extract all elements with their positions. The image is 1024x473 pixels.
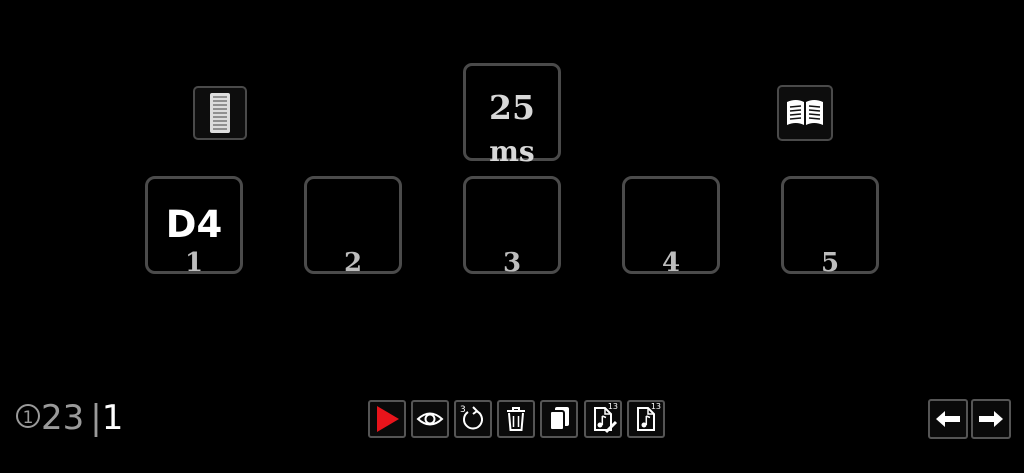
note-slot-3[interactable]: 3: [463, 176, 561, 278]
previous-button[interactable]: [928, 399, 968, 439]
note-slot-4[interactable]: 4: [622, 176, 720, 278]
slot-note: D4: [165, 203, 223, 246]
copy-button[interactable]: [540, 400, 578, 438]
arrow-left-icon: [936, 411, 960, 427]
next-button[interactable]: [971, 399, 1011, 439]
note-slot-5[interactable]: 5: [781, 176, 879, 278]
sequence-counter: 1 23 |1: [16, 398, 123, 438]
slot-number: 3: [502, 248, 522, 278]
counter-current: 1: [101, 398, 124, 438]
export-button[interactable]: 13: [627, 400, 665, 438]
slot-number: 4: [661, 248, 681, 278]
counter-rest: 23: [41, 398, 85, 438]
keyboard-button[interactable]: [193, 86, 247, 140]
manual-button[interactable]: [777, 85, 833, 141]
latency-value: 25: [489, 88, 535, 127]
slot-number: 5: [820, 248, 840, 278]
export-count: 13: [650, 402, 661, 411]
preview-button[interactable]: [411, 400, 449, 438]
copy-icon: [549, 407, 569, 431]
arrow-right-icon: [979, 411, 1003, 427]
slot-number: 2: [343, 248, 363, 278]
play-button[interactable]: [368, 400, 406, 438]
slot-number: 1: [184, 248, 204, 278]
note-slot-2[interactable]: 2: [304, 176, 402, 278]
keyboard-icon: [210, 93, 230, 133]
export-edit-count: 13: [607, 402, 618, 411]
export-edit-button[interactable]: 13: [584, 400, 622, 438]
latency-display[interactable]: 25 ms: [463, 63, 561, 166]
delete-button[interactable]: [497, 400, 535, 438]
play-icon: [377, 406, 399, 432]
repeat-button[interactable]: 3: [454, 400, 492, 438]
eye-icon: [416, 412, 444, 426]
counter-circled-digit: 1: [16, 403, 40, 428]
latency-unit: ms: [489, 135, 535, 168]
note-slot-1[interactable]: D4 1: [145, 176, 243, 278]
trash-icon: [507, 407, 525, 431]
book-icon: [787, 100, 823, 125]
counter-separator: |: [90, 398, 102, 438]
repeat-count: 3: [460, 405, 466, 415]
